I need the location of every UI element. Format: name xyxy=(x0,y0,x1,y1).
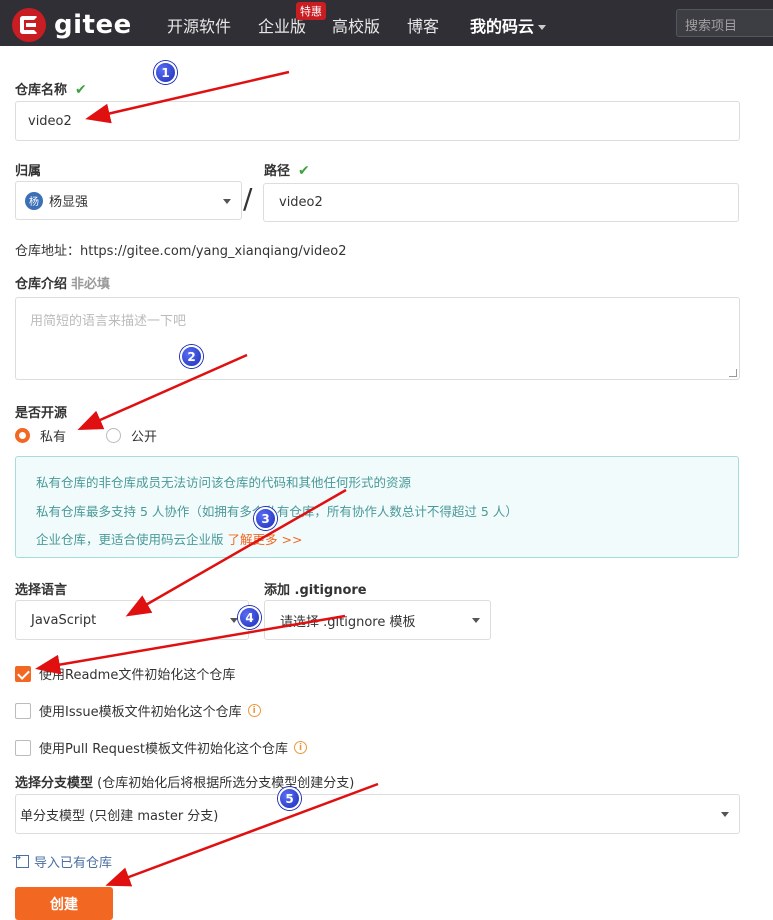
import-repo-link[interactable]: 导入已有仓库 xyxy=(12,851,113,871)
path-label: 路径 ✔ xyxy=(264,160,310,179)
chevron-down-icon xyxy=(538,25,547,30)
info-line-3: 企业仓库，更适合使用码云企业版 了解更多 >> xyxy=(36,526,718,555)
branch-label-text: 选择分支模型 xyxy=(15,776,94,791)
search-input[interactable]: 搜索项目 xyxy=(676,9,773,37)
hot-badge: 特惠 xyxy=(296,2,326,20)
check-icon: ✔ xyxy=(298,163,310,179)
repo-name-input[interactable]: video2 xyxy=(15,101,740,141)
checkbox-unchecked-icon xyxy=(15,702,31,719)
repo-name-value: video2 xyxy=(28,113,72,129)
issue-checkbox[interactable]: 使用Issue模板文件初始化这个仓库 i xyxy=(15,701,261,720)
create-button[interactable]: 创建 xyxy=(15,887,113,920)
branch-model-value: 单分支模型 (只创建 master 分支) xyxy=(20,808,219,824)
step-marker-5: 5 xyxy=(278,787,301,810)
branch-hint: (仓库初始化后将根据所选分支模型创建分支) xyxy=(93,776,355,791)
gitee-logo[interactable]: gitee xyxy=(12,8,132,42)
open-source-label: 是否开源 xyxy=(15,406,68,421)
path-input[interactable]: video2 xyxy=(263,183,739,222)
radio-public[interactable]: 公开 xyxy=(106,426,157,445)
info-icon[interactable]: i xyxy=(294,741,308,754)
step-marker-3: 3 xyxy=(254,507,277,530)
check-icon: ✔ xyxy=(75,82,87,98)
radio-checked-icon xyxy=(15,428,30,443)
gitignore-value: 请选择 .gitignore 模板 xyxy=(280,614,416,630)
gitignore-label: 添加 .gitignore xyxy=(264,583,367,598)
intro-label-text: 仓库介绍 xyxy=(15,277,68,292)
nav-university[interactable]: 高校版 xyxy=(332,13,380,37)
import-icon xyxy=(12,851,29,868)
language-value: JavaScript xyxy=(31,612,97,628)
path-value: video2 xyxy=(279,195,323,210)
radio-private-label: 私有 xyxy=(40,430,67,445)
gitee-logo-icon xyxy=(12,8,46,42)
path-separator: / xyxy=(243,182,253,215)
step-marker-4: 4 xyxy=(238,606,261,629)
owner-label: 归属 xyxy=(15,164,42,179)
owner-select[interactable]: 杨 杨显强 xyxy=(15,181,242,220)
gitignore-select[interactable]: 请选择 .gitignore 模板 xyxy=(264,600,491,640)
top-nav-bar: gitee 开源软件 企业版 特惠 高校版 博客 我的码云 搜索项目 xyxy=(0,0,773,46)
nav-my-gitee[interactable]: 我的码云 xyxy=(470,13,547,37)
chevron-down-icon xyxy=(472,618,480,623)
radio-public-label: 公开 xyxy=(131,430,158,445)
intro-optional: 非必填 xyxy=(71,277,111,292)
chevron-down-icon xyxy=(230,618,238,623)
nav-my-gitee-label: 我的码云 xyxy=(470,17,535,36)
intro-textarea[interactable]: 用简短的语言来描述一下吧 xyxy=(15,297,740,380)
path-label-text: 路径 xyxy=(264,164,291,179)
step-marker-1: 1 xyxy=(154,61,177,84)
logo-text: gitee xyxy=(54,10,132,40)
private-info-box: 私有仓库的非仓库成员无法访问该仓库的代码和其他任何形式的资源 私有仓库最多支持 … xyxy=(15,456,739,558)
issue-checkbox-label: 使用Issue模板文件初始化这个仓库 xyxy=(39,705,242,720)
repo-name-label-text: 仓库名称 xyxy=(15,83,68,98)
learn-more-link[interactable]: 了解更多 >> xyxy=(228,532,303,547)
repo-name-label: 仓库名称 ✔ xyxy=(15,79,87,98)
checkbox-checked-icon xyxy=(15,665,31,682)
checkbox-unchecked-icon xyxy=(15,739,31,756)
info-line-1: 私有仓库的非仓库成员无法访问该仓库的代码和其他任何形式的资源 xyxy=(36,475,412,490)
readme-checkbox[interactable]: 使用Readme文件初始化这个仓库 xyxy=(15,664,235,683)
radio-private[interactable]: 私有 xyxy=(15,426,66,445)
chevron-down-icon xyxy=(223,198,231,204)
step-marker-2: 2 xyxy=(180,345,203,368)
info-icon[interactable]: i xyxy=(247,704,261,717)
branch-model-select[interactable]: 单分支模型 (只创建 master 分支) xyxy=(15,794,740,834)
nav-blog[interactable]: 博客 xyxy=(407,13,439,37)
intro-placeholder: 用简短的语言来描述一下吧 xyxy=(30,314,187,329)
resize-handle-icon[interactable] xyxy=(729,369,737,377)
radio-unchecked-icon xyxy=(106,428,121,443)
pr-checkbox[interactable]: 使用Pull Request模板文件初始化这个仓库 i xyxy=(15,738,308,757)
info-line-2: 私有仓库最多支持 5 人协作（如拥有多个私有仓库，所有协作人数总计不得超过 5 … xyxy=(36,503,518,519)
pr-checkbox-label: 使用Pull Request模板文件初始化这个仓库 xyxy=(39,742,289,757)
info-line-3-text: 企业仓库，更适合使用码云企业版 xyxy=(36,532,224,547)
language-select[interactable]: JavaScript xyxy=(15,600,249,640)
branch-label: 选择分支模型 (仓库初始化后将根据所选分支模型创建分支) xyxy=(15,772,354,791)
owner-value: 杨显强 xyxy=(49,195,89,210)
chevron-down-icon xyxy=(721,812,729,817)
nav-open-source[interactable]: 开源软件 xyxy=(167,13,231,37)
intro-label: 仓库介绍 非必填 xyxy=(15,273,110,292)
language-label: 选择语言 xyxy=(15,583,68,598)
repo-address: 仓库地址：https://gitee.com/yang_xianqiang/vi… xyxy=(15,244,347,259)
import-repo-label: 导入已有仓库 xyxy=(34,856,113,871)
readme-checkbox-label: 使用Readme文件初始化这个仓库 xyxy=(39,668,236,683)
avatar: 杨 xyxy=(25,191,43,210)
